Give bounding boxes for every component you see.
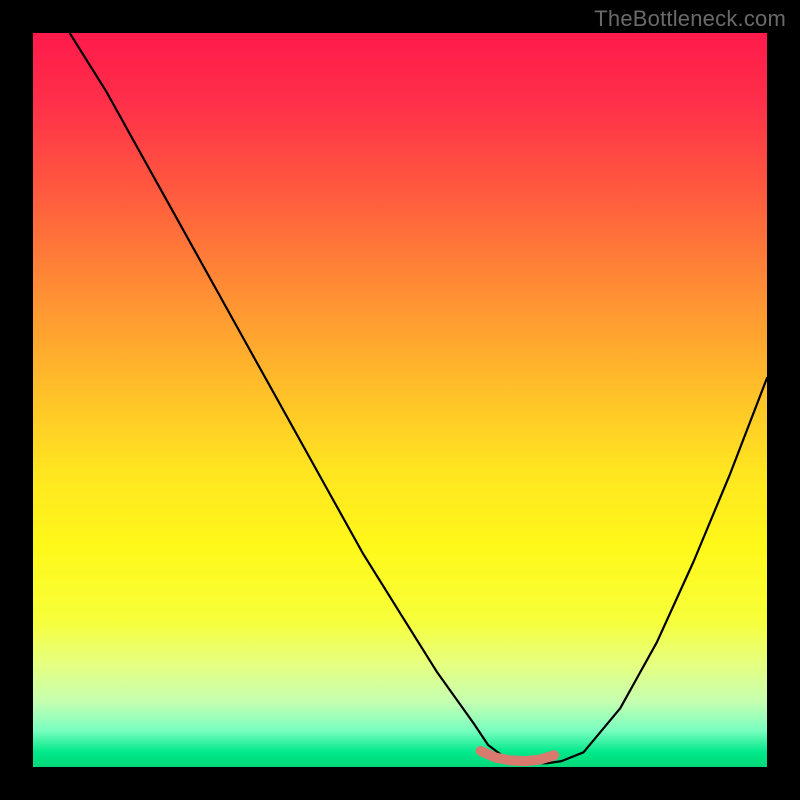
highlight-segment <box>481 751 554 761</box>
bottleneck-curve <box>70 33 767 763</box>
chart-frame: TheBottleneck.com <box>0 0 800 800</box>
watermark-text: TheBottleneck.com <box>594 6 786 32</box>
plot-area <box>33 33 767 767</box>
curve-svg <box>33 33 767 767</box>
